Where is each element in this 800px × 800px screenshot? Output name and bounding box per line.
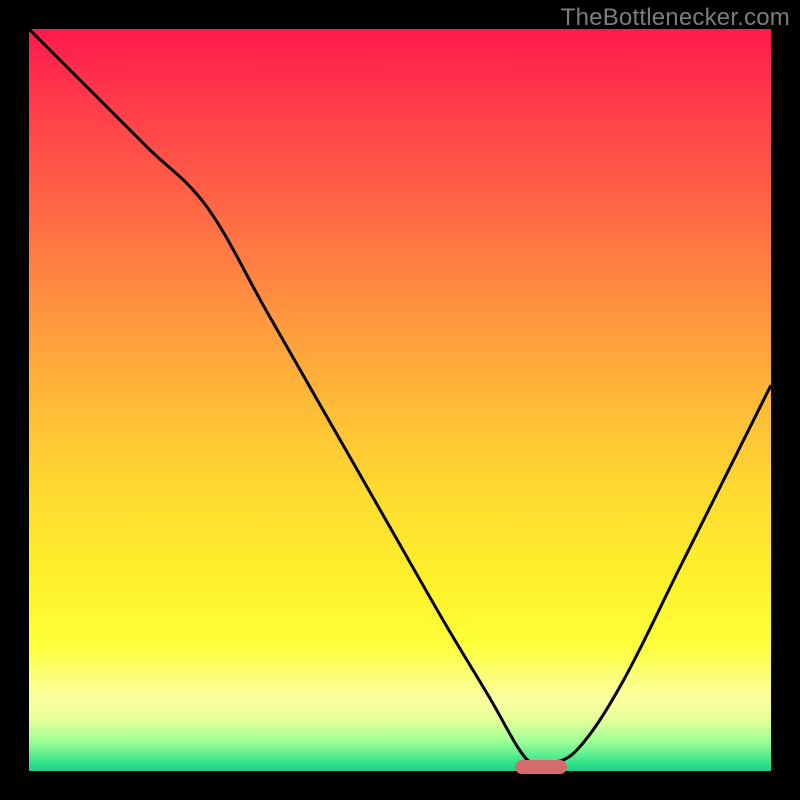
bottleneck-curve [29,29,771,771]
curve-path [29,29,771,766]
chart-frame [29,29,771,771]
optimal-marker [515,760,567,774]
watermark-text: TheBottlenecker.com [561,4,790,32]
